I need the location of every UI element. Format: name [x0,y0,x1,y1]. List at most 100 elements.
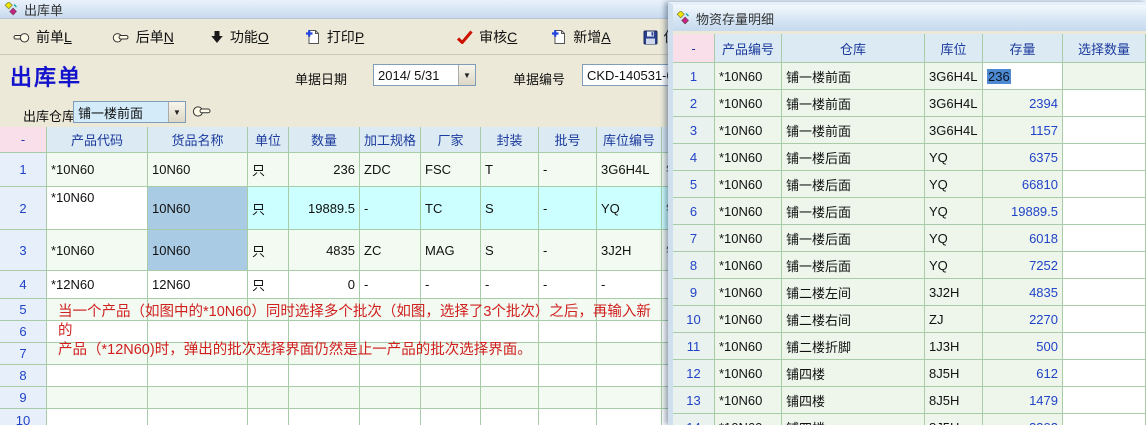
grid-cell[interactable]: 8J5H [925,414,983,425]
grid-cell[interactable]: 19889.5 [289,187,360,230]
grid-cell[interactable] [481,365,539,387]
toolbar-button-audit[interactable]: 审核C [450,23,523,51]
grid-cell[interactable]: 3G6H4L [925,90,983,117]
grid-cell[interactable]: *12N60 [47,271,148,299]
stock-qty-cell[interactable]: 2394 [983,90,1063,117]
grid-cell[interactable]: 铺一楼后面 [782,171,925,198]
select-qty-cell[interactable] [1063,414,1146,425]
grid-cell[interactable]: YQ [925,144,983,171]
select-qty-cell[interactable] [1063,63,1146,90]
select-qty-cell[interactable] [1063,225,1146,252]
grid-cell[interactable]: 1J3H [925,333,983,360]
grid-cell[interactable] [148,409,248,425]
stock-qty-cell[interactable]: 1157 [983,117,1063,144]
stock-qty-cell[interactable]: 7252 [983,252,1063,279]
doc-date-combo[interactable]: 2014/ 5/31 ▼ [373,64,476,86]
grid-cell[interactable]: YQ [925,252,983,279]
select-qty-cell[interactable] [1063,360,1146,387]
grid-cell[interactable]: *10N60 [715,387,782,414]
editing-cell[interactable]: *10N60 [47,187,148,230]
grid-cell[interactable]: 236 [289,153,360,187]
grid-cell[interactable]: *10N60 [715,90,782,117]
select-qty-cell[interactable] [1063,117,1146,144]
grid-cell[interactable]: *10N60 [715,306,782,333]
grid-cell[interactable]: *10N60 [47,153,148,187]
grid-cell[interactable] [248,365,289,387]
grid-cell[interactable] [597,409,662,425]
grid-cell[interactable]: - [539,230,597,271]
select-qty-cell[interactable] [1063,387,1146,414]
grid-cell[interactable]: *10N60 [715,333,782,360]
grid-cell[interactable]: 铺一楼后面 [782,225,925,252]
grid-cell[interactable]: 3J2H [925,279,983,306]
grid-cell[interactable]: *10N60 [715,144,782,171]
grid-cell[interactable] [47,409,148,425]
grid-cell[interactable]: S [481,187,539,230]
stock-qty-cell[interactable]: 6375 [983,144,1063,171]
grid-cell[interactable] [539,387,597,409]
grid-cell[interactable] [289,387,360,409]
grid-cell[interactable]: *10N60 [715,198,782,225]
grid-cell[interactable] [481,387,539,409]
grid-cell[interactable]: 铺二楼右间 [782,306,925,333]
toolbar-button-next[interactable]: 后单N [106,23,180,51]
grid-cell[interactable]: 10N60 [148,153,248,187]
grid-cell[interactable]: 铺四楼 [782,414,925,425]
grid-cell[interactable] [289,409,360,425]
stock-qty-edit-cell[interactable]: 236 [983,63,1063,90]
select-qty-cell[interactable] [1063,333,1146,360]
grid-cell[interactable]: *10N60 [715,117,782,144]
grid-cell[interactable] [597,365,662,387]
stock-qty-cell[interactable]: 500 [983,333,1063,360]
select-qty-cell[interactable] [1063,198,1146,225]
grid-cell[interactable] [248,387,289,409]
stock-qty-cell[interactable]: 2270 [983,306,1063,333]
grid-cell[interactable]: 铺四楼 [782,387,925,414]
grid-cell[interactable]: 3G6H4L [925,117,983,144]
grid-cell[interactable]: MAG [421,230,481,271]
select-qty-cell[interactable] [1063,171,1146,198]
grid-cell[interactable]: ZC [360,230,421,271]
grid-cell[interactable]: 铺二楼折脚 [782,333,925,360]
select-qty-cell[interactable] [1063,252,1146,279]
grid-cell[interactable]: 铺一楼前面 [782,63,925,90]
select-qty-cell[interactable] [1063,279,1146,306]
grid-cell[interactable]: - [539,271,597,299]
stock-qty-cell[interactable]: 6018 [983,225,1063,252]
grid-cell[interactable]: - [539,187,597,230]
grid-cell[interactable] [539,409,597,425]
grid-cell[interactable] [148,387,248,409]
chevron-down-icon[interactable]: ▼ [458,65,475,85]
grid-cell[interactable]: *10N60 [715,63,782,90]
grid-cell[interactable]: *10N60 [715,225,782,252]
grid-cell[interactable]: 铺二楼左间 [782,279,925,306]
grid-cell[interactable]: 铺一楼后面 [782,252,925,279]
grid-cell[interactable]: - [539,153,597,187]
warehouse-combo[interactable]: 铺一楼前面 ▼ [73,101,186,123]
grid-cell[interactable]: 只 [248,271,289,299]
grid-cell[interactable] [360,409,421,425]
chevron-down-icon[interactable]: ▼ [168,102,185,122]
grid-cell[interactable]: *10N60 [715,252,782,279]
grid-cell[interactable]: YQ [925,171,983,198]
grid-cell[interactable]: YQ [925,225,983,252]
grid-cell[interactable]: 铺一楼后面 [782,144,925,171]
grid-cell[interactable] [421,387,481,409]
grid-cell[interactable]: 只 [248,153,289,187]
grid-cell[interactable]: 只 [248,230,289,271]
grid-cell[interactable]: - [421,271,481,299]
grid-cell[interactable]: YQ [925,198,983,225]
grid-cell[interactable] [597,387,662,409]
highlighted-cell[interactable]: 10N60 [148,230,248,271]
toolbar-button-functions[interactable]: 功能O [204,23,275,51]
grid-cell[interactable]: T [481,153,539,187]
grid-cell[interactable]: *10N60 [715,414,782,425]
grid-cell[interactable]: FSC [421,153,481,187]
grid-cell[interactable] [148,365,248,387]
grid-cell[interactable]: *10N60 [715,171,782,198]
select-qty-cell[interactable] [1063,144,1146,171]
grid-cell[interactable] [360,365,421,387]
grid-cell[interactable] [47,365,148,387]
grid-cell[interactable]: 8J5H [925,360,983,387]
grid-cell[interactable] [360,387,421,409]
